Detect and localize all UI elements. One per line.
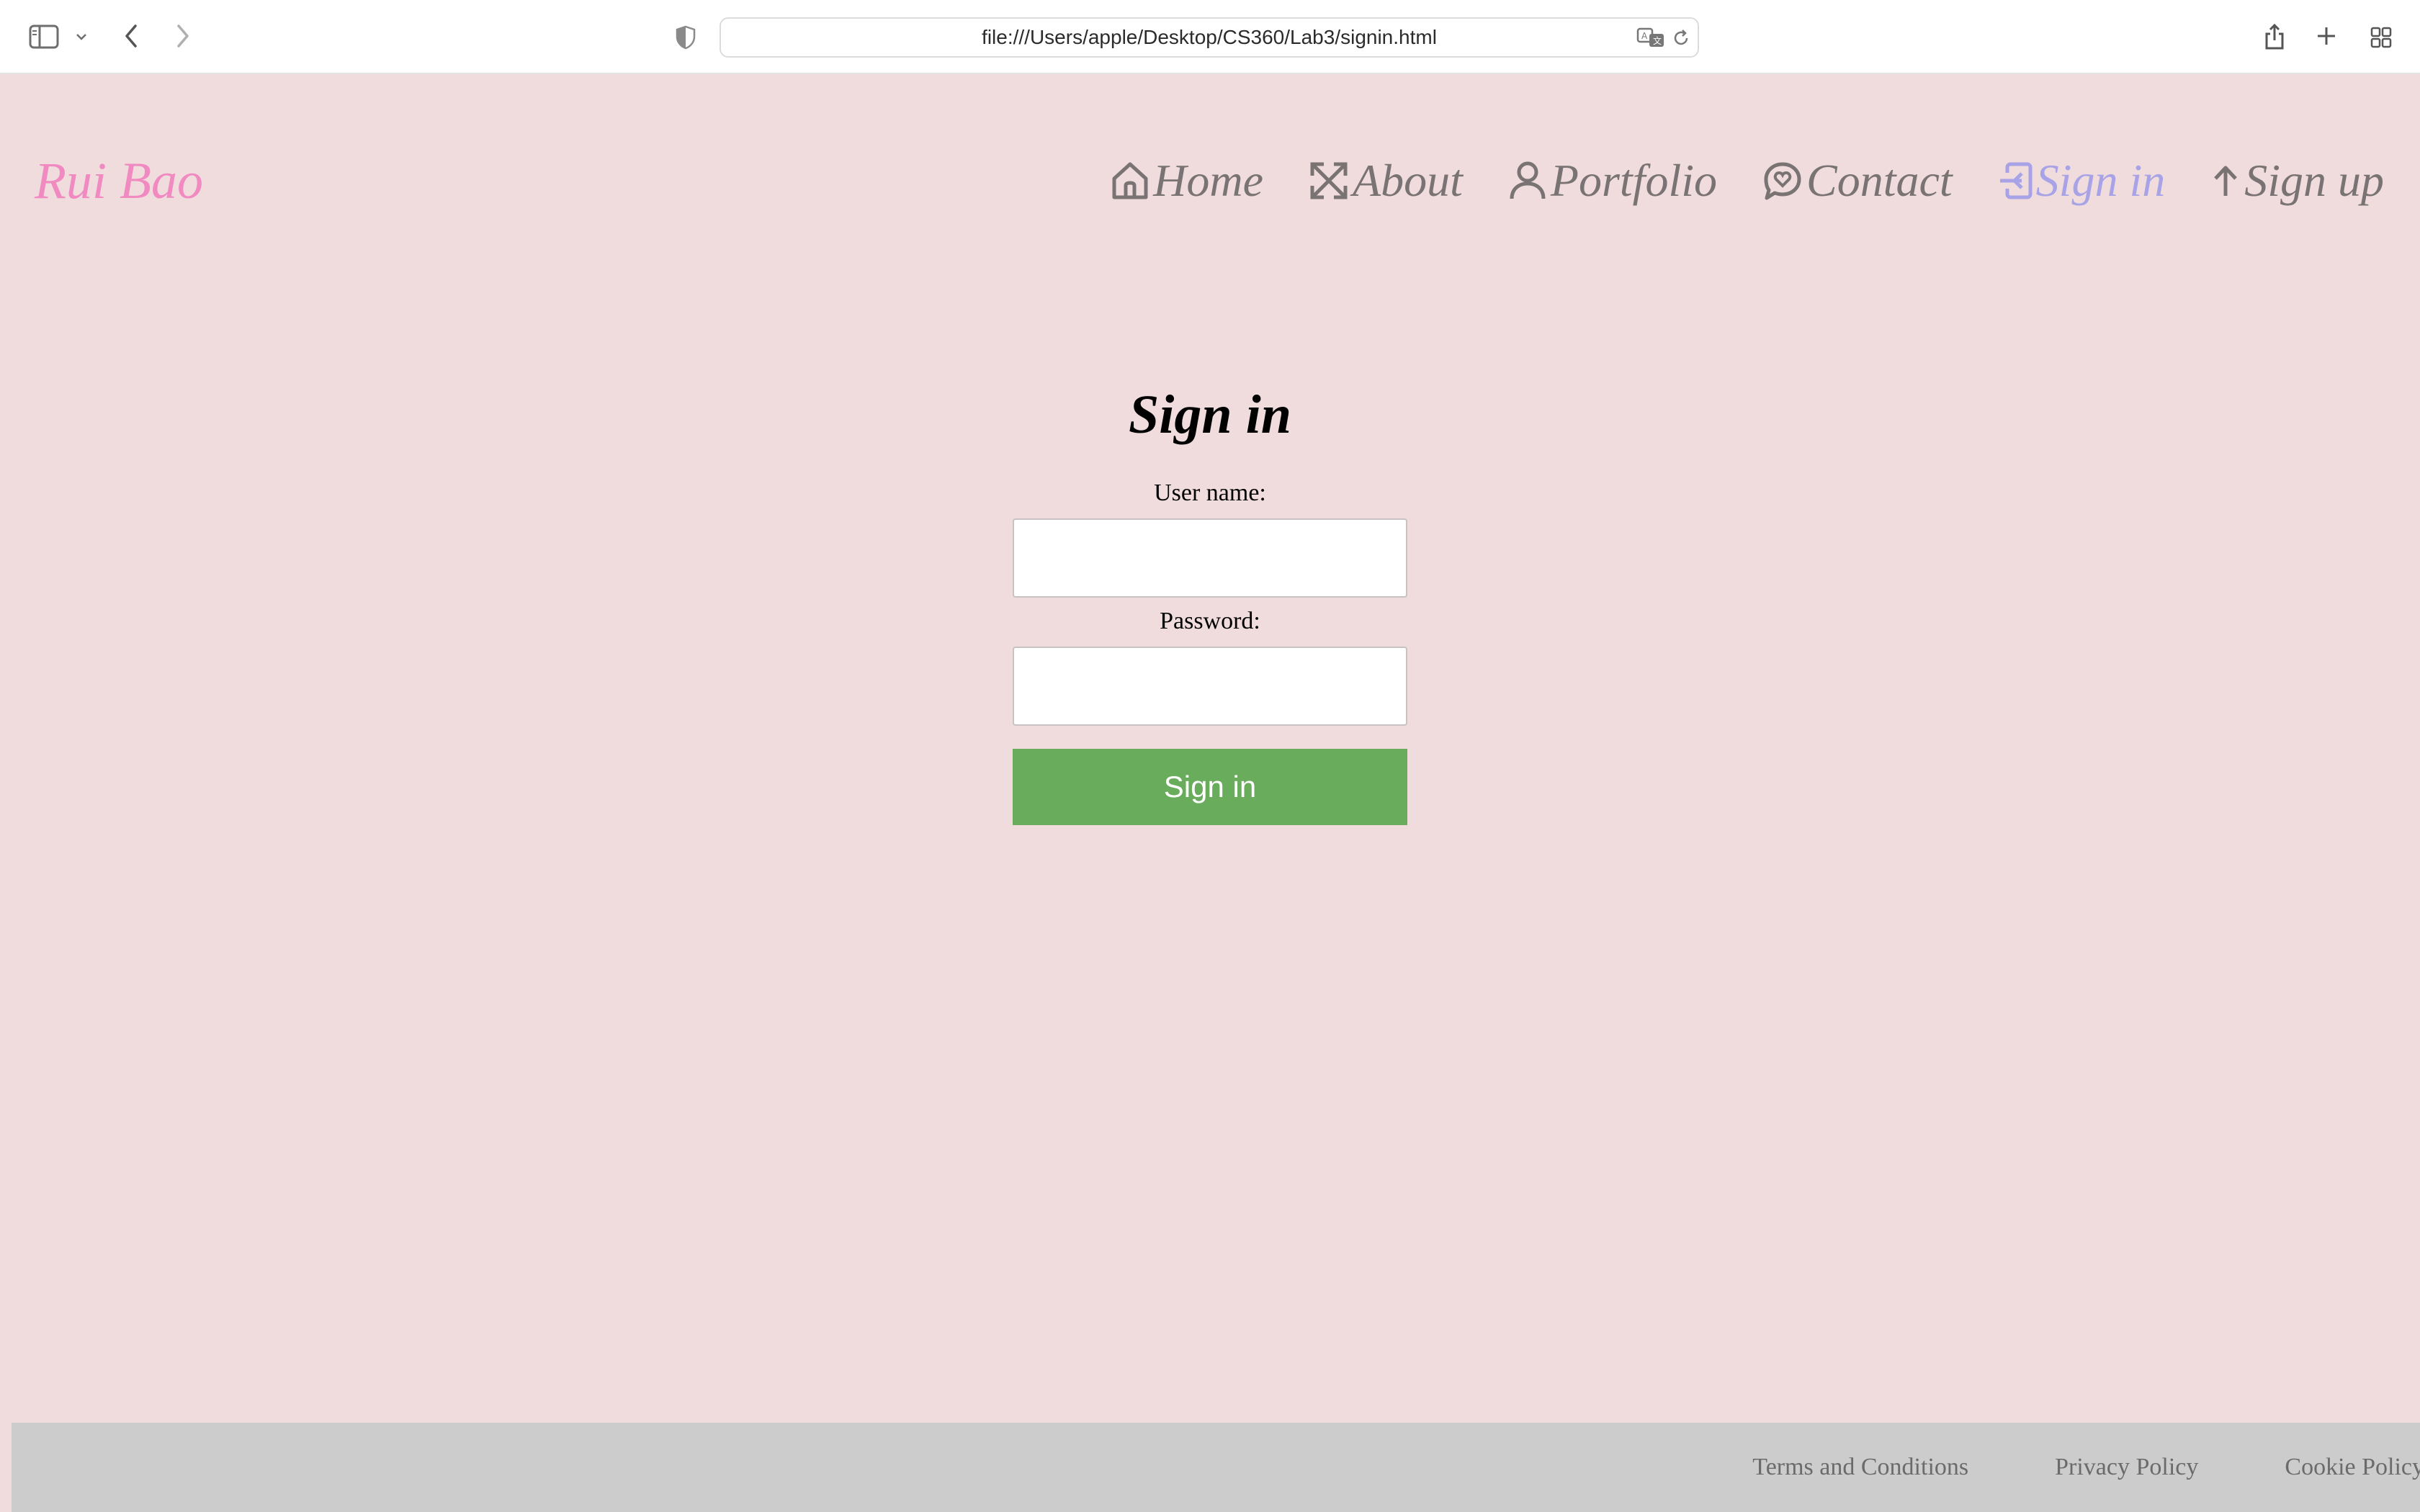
footer-link-terms[interactable]: Terms and Conditions <box>1752 1454 1968 1481</box>
page-title: Sign in <box>1128 384 1292 445</box>
url-text[interactable]: file:///Users/apple/Desktop/CS360/Lab3/s… <box>721 19 1698 56</box>
arrow-up-icon <box>2210 163 2241 199</box>
share-icon[interactable] <box>2260 19 2289 53</box>
browser-toolbar: file:///Users/apple/Desktop/CS360/Lab3/s… <box>0 0 2420 74</box>
main-nav: Home About Portfolio Contact Sign in Sig… <box>1065 148 2384 213</box>
nav-label-contact: Contact <box>1806 155 1953 206</box>
svg-text:A: A <box>1641 31 1648 41</box>
footer-link-cookie[interactable]: Cookie Policy <box>2285 1454 2420 1481</box>
nav-item-sign-up[interactable]: Sign up <box>2210 154 2384 207</box>
nav-item-portfolio[interactable]: Portfolio <box>1507 154 1717 207</box>
expand-icon <box>1308 160 1350 202</box>
shield-icon[interactable] <box>671 23 700 52</box>
nav-label-home: Home <box>1153 155 1263 206</box>
forward-icon[interactable] <box>170 20 196 52</box>
nav-label-sign-up: Sign up <box>2244 155 2384 206</box>
svg-text:文: 文 <box>1653 35 1662 46</box>
username-label: User name: <box>1154 480 1266 506</box>
tab-overview-icon[interactable] <box>2367 23 2396 52</box>
site-logo[interactable]: Rui Bao <box>35 148 203 213</box>
chevron-down-icon[interactable] <box>72 27 91 46</box>
footer-links: Terms and Conditions Privacy Policy Cook… <box>1666 1423 2420 1512</box>
nav-label-sign-in: Sign in <box>2035 155 2166 206</box>
nav-item-contact[interactable]: Contact <box>1762 154 1953 207</box>
reload-icon[interactable] <box>1670 27 1692 49</box>
footer: Terms and Conditions Privacy Policy Cook… <box>12 1423 2420 1512</box>
translate-icon[interactable]: A文 <box>1636 24 1666 50</box>
sign-in-icon <box>1997 160 2033 202</box>
footer-link-privacy[interactable]: Privacy Policy <box>2055 1454 2198 1481</box>
nav-label-portfolio: Portfolio <box>1550 155 1717 206</box>
sign-in-button[interactable]: Sign in <box>1013 749 1407 825</box>
new-tab-icon[interactable] <box>2312 22 2341 50</box>
password-input[interactable] <box>1013 647 1407 726</box>
nav-label-about: About <box>1353 155 1463 206</box>
address-bar[interactable]: file:///Users/apple/Desktop/CS360/Lab3/s… <box>720 17 1699 58</box>
password-label: Password: <box>1160 608 1260 634</box>
username-input[interactable] <box>1013 518 1407 598</box>
person-icon <box>1507 160 1548 202</box>
sidebar-icon[interactable] <box>26 22 62 52</box>
home-icon <box>1110 160 1150 202</box>
nav-item-about[interactable]: About <box>1308 154 1463 207</box>
nav-item-sign-in[interactable]: Sign in <box>1997 154 2166 207</box>
nav-item-home[interactable]: Home <box>1110 154 1263 207</box>
back-icon[interactable] <box>118 20 144 52</box>
chat-heart-icon <box>1762 160 1803 202</box>
